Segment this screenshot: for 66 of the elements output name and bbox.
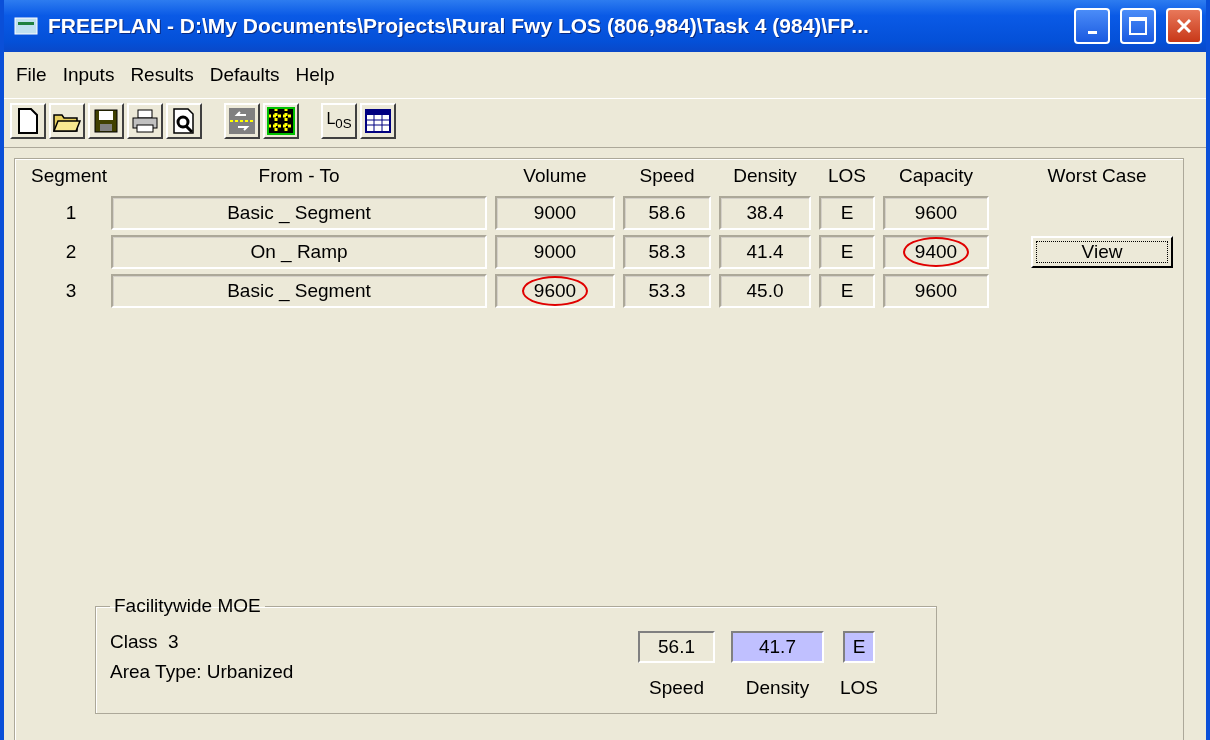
toolbar-button[interactable] (127, 103, 163, 139)
maximize-icon (1128, 16, 1148, 36)
density-cell: 41.4 (719, 235, 811, 269)
toolbar-button[interactable] (10, 103, 46, 139)
column-header: Volume (522, 165, 588, 188)
maximize-button[interactable] (1120, 8, 1156, 44)
new-file-icon (17, 108, 39, 134)
menu-item[interactable]: Defaults (203, 62, 286, 88)
menu-item[interactable]: Help (289, 62, 341, 88)
volume-cell: 9600 (495, 274, 615, 308)
measure-value: 41.7 (731, 631, 824, 663)
menu-item[interactable]: File (10, 62, 53, 88)
toolbar-button[interactable] (360, 103, 396, 139)
print-preview-icon (172, 108, 196, 134)
window-title: FREEPLAN - D:\My Documents\Projects\Rural Fwy LOS (806,984)\Task 4 (984)\FP... (48, 14, 870, 38)
density-cell: 38.4 (719, 196, 811, 230)
speed-cell: 58.6 (623, 196, 711, 230)
area-type-label: Area Type: Urbanized (110, 661, 295, 683)
column-header: Density (732, 165, 798, 188)
toolbar-button[interactable] (88, 103, 124, 139)
column-header: Worst Case (1046, 165, 1148, 188)
capacity-cell: 9400 (883, 235, 989, 269)
from-to-cell: Basic _ Segment (111, 196, 487, 230)
minimize-icon (1087, 30, 1097, 34)
capacity-cell: 9600 (883, 274, 989, 308)
los-cell: E (819, 235, 875, 269)
column-header: Speed (638, 165, 696, 188)
column-header: From - To (257, 165, 341, 188)
speed-cell: 58.3 (623, 235, 711, 269)
close-button[interactable] (1166, 8, 1202, 44)
volume-cell: 9000 (495, 235, 615, 269)
toolbar-button[interactable] (49, 103, 85, 139)
toolbar-button[interactable] (166, 103, 202, 139)
los-cell: E (819, 274, 875, 308)
measure-value: E (842, 631, 876, 663)
measure-label: LOS (839, 677, 878, 699)
toolbar-button[interactable] (263, 103, 299, 139)
los-button[interactable]: L$_{0S}$ (321, 103, 357, 139)
column-header: Capacity (898, 165, 974, 188)
segment-number: 2 (64, 241, 78, 263)
from-to-cell: Basic _ Segment (111, 274, 487, 308)
class-label: Class 3 (110, 631, 180, 653)
app-icon (14, 15, 38, 37)
measure-value: 56.1 (638, 631, 715, 663)
menu-item[interactable]: Inputs (56, 62, 121, 88)
toolbar-button[interactable] (224, 103, 260, 139)
printer-icon (132, 109, 158, 133)
density-cell: 45.0 (719, 274, 811, 308)
minimize-button[interactable] (1074, 8, 1110, 44)
los-cell: E (819, 196, 875, 230)
table-icon (365, 109, 391, 133)
group-title: Facilitywide MOE (113, 595, 262, 617)
view-button[interactable]: View (1031, 236, 1173, 268)
from-to-cell: On _ Ramp (111, 235, 487, 269)
grid-icon (267, 107, 295, 135)
arrows-icon (228, 107, 256, 135)
speed-cell: 53.3 (623, 274, 711, 308)
column-header: LOS (827, 165, 867, 188)
volume-cell: 9000 (495, 196, 615, 230)
segment-number: 1 (64, 202, 78, 224)
segment-number: 3 (64, 280, 78, 302)
capacity-cell: 9600 (883, 196, 989, 230)
close-icon (1174, 16, 1194, 36)
measure-label: Speed (649, 677, 704, 699)
measure-label: Density (745, 677, 810, 699)
menu-item[interactable]: Results (124, 62, 200, 88)
